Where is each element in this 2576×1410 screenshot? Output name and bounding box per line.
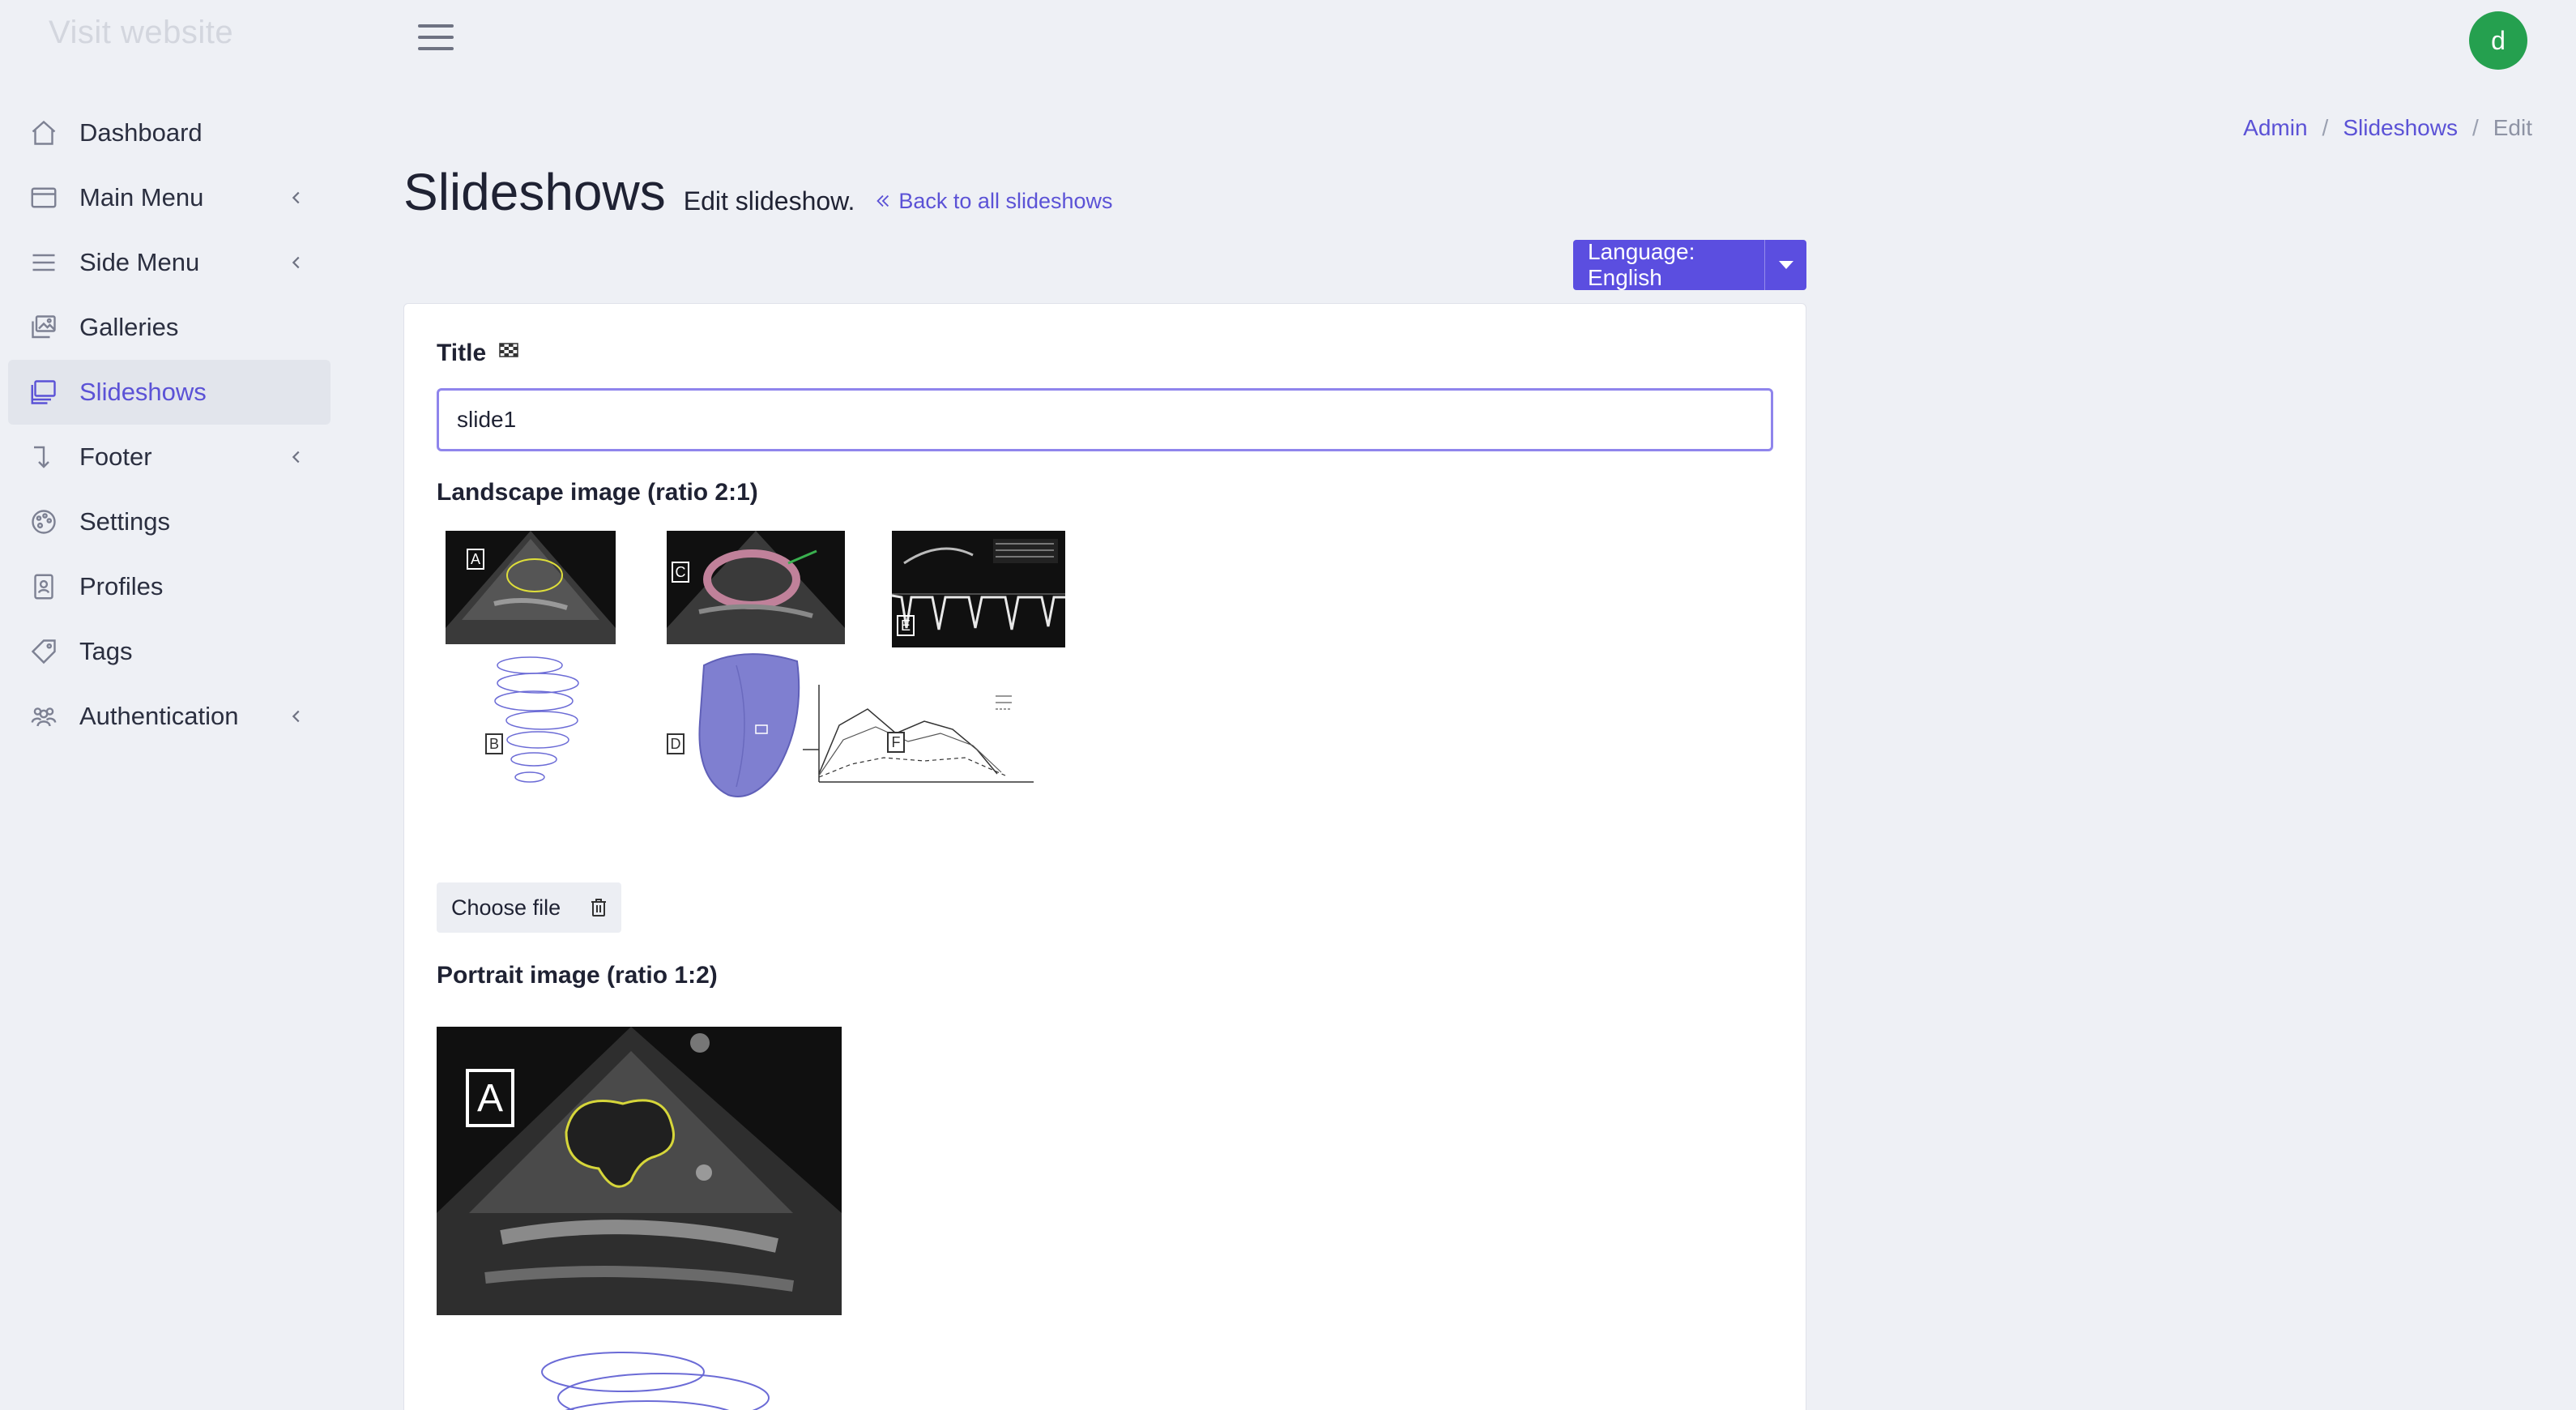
sidebar-item-profiles[interactable]: Profiles: [8, 554, 331, 619]
sidebar-item-label: Footer: [79, 442, 152, 471]
sidebar-item-footer[interactable]: Footer: [8, 425, 331, 489]
back-to-slideshows-link[interactable]: Back to all slideshows: [874, 188, 1113, 214]
chevron-left-icon[interactable]: [284, 185, 309, 211]
palette-icon: [28, 506, 60, 538]
sidebar-item-label: Tags: [79, 637, 133, 665]
caret-down-icon[interactable]: [1764, 240, 1806, 290]
page-subtitle: Edit slideshow.: [683, 186, 855, 216]
figure-label-c: C: [672, 562, 689, 583]
ventricle-model-d: [698, 653, 800, 797]
title-input[interactable]: [437, 388, 1773, 451]
contour-stack-b: [494, 656, 579, 783]
images-icon: [28, 311, 60, 344]
sidebar-item-authentication[interactable]: Authentication: [8, 684, 331, 749]
breadcrumb-slideshows-link[interactable]: Slideshows: [2343, 115, 2458, 141]
choose-file-label: Choose file: [451, 895, 561, 920]
sidebar-item-label: Side Menu: [79, 248, 200, 276]
breadcrumb: Admin / Slideshows / Edit: [2243, 115, 2532, 141]
home-icon: [28, 117, 60, 149]
figure-label-b: B: [485, 733, 503, 754]
figure-label-e: E: [897, 615, 915, 636]
sidebar-item-label: Settings: [79, 507, 171, 536]
sidebar-item-label: Main Menu: [79, 183, 204, 212]
language-dropdown-label: Language: English: [1588, 239, 1695, 290]
figure-label-a: A: [467, 549, 484, 570]
chevron-left-icon[interactable]: [284, 250, 309, 276]
sidebar-item-settings[interactable]: Settings: [8, 489, 331, 554]
echo-panel-a: A: [446, 531, 616, 644]
edit-slideshow-card: Title Landscape image (ratio 2:1) A: [403, 303, 1806, 1410]
hamburger-menu-icon[interactable]: [418, 24, 454, 53]
sidebar-item-label: Dashboard: [79, 118, 203, 147]
users-icon: [28, 700, 60, 733]
double-chevron-left-icon: [876, 194, 889, 207]
sidebar: Dashboard Main Menu Side Menu Galleries …: [8, 100, 331, 749]
window-icon: [28, 182, 60, 214]
echo-panel-c: C: [667, 531, 845, 644]
title-label-text: Title: [437, 340, 487, 366]
strain-curves-f: [803, 685, 1034, 783]
portrait-contour-stack: [541, 1352, 770, 1410]
user-avatar[interactable]: d: [2469, 11, 2527, 70]
portrait-figure-label-a: A: [466, 1069, 514, 1127]
sidebar-item-label: Slideshows: [79, 378, 207, 406]
chevron-left-icon[interactable]: [284, 703, 309, 729]
sidebar-item-galleries[interactable]: Galleries: [8, 295, 331, 360]
profile-badge-icon: [28, 570, 60, 603]
chevron-left-icon[interactable]: [284, 444, 309, 470]
slides-icon: [28, 376, 60, 408]
breadcrumb-separator: /: [2322, 115, 2329, 140]
sidebar-item-label: Profiles: [79, 572, 164, 600]
landscape-image-preview: A C E B D F: [437, 531, 1067, 803]
footer-arrow-icon: [28, 441, 60, 473]
figure-label-f: F: [887, 732, 905, 753]
back-link-label: Back to all slideshows: [898, 188, 1113, 213]
echo-portrait-panel-a: A: [437, 1027, 842, 1315]
landscape-image-label: Landscape image (ratio 2:1): [437, 479, 758, 506]
title-field-label: Title: [437, 340, 519, 367]
page-header: Slideshows Edit slideshow. Back to all s…: [403, 162, 1113, 222]
language-dropdown[interactable]: Language: English: [1573, 239, 1806, 290]
breadcrumb-current: Edit: [2493, 115, 2532, 140]
sidebar-item-slideshows[interactable]: Slideshows: [8, 360, 331, 425]
visit-website-link[interactable]: Visit website: [49, 15, 233, 51]
breadcrumb-separator: /: [2472, 115, 2479, 140]
figure-label-d: D: [667, 733, 685, 754]
sidebar-item-main-menu[interactable]: Main Menu: [8, 165, 331, 230]
portrait-image-preview: A: [437, 1027, 842, 1410]
portrait-image-label: Portrait image (ratio 1:2): [437, 962, 718, 989]
sidebar-item-label: Authentication: [79, 702, 239, 730]
menu-lines-icon: [28, 246, 60, 279]
sidebar-item-side-menu[interactable]: Side Menu: [8, 230, 331, 295]
sidebar-item-label: Galleries: [79, 313, 179, 341]
doppler-panel-e: E: [892, 531, 1065, 647]
page-title: Slideshows: [403, 163, 666, 221]
trash-icon[interactable]: [589, 897, 608, 918]
breadcrumb-admin-link[interactable]: Admin: [2243, 115, 2307, 141]
tag-icon: [28, 635, 60, 668]
sidebar-item-dashboard[interactable]: Dashboard: [8, 100, 331, 165]
checkered-flag-icon: [499, 343, 519, 357]
choose-file-button[interactable]: Choose file: [437, 882, 621, 933]
sidebar-item-tags[interactable]: Tags: [8, 619, 331, 684]
